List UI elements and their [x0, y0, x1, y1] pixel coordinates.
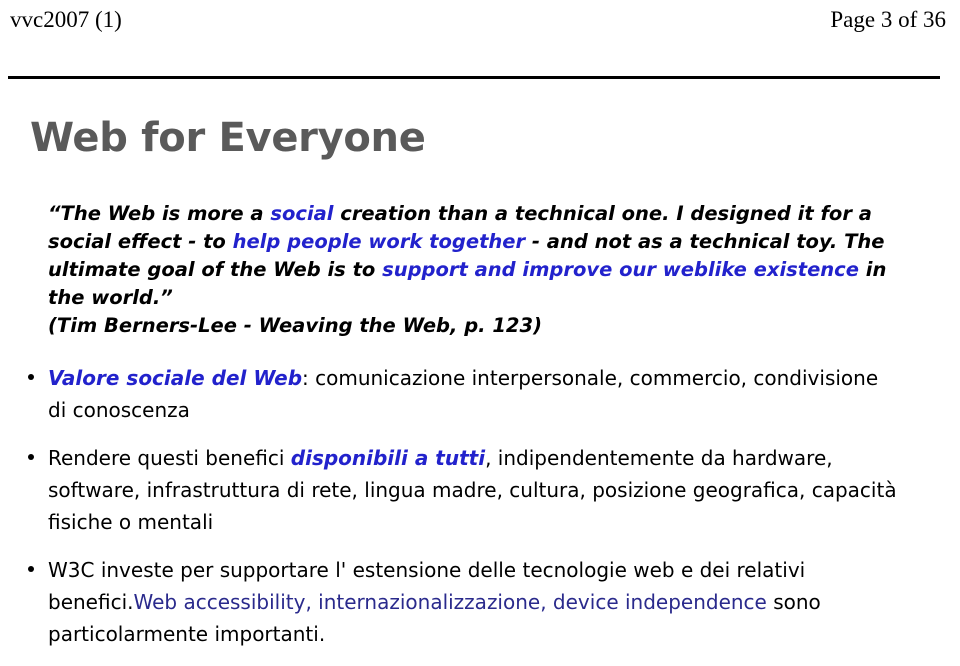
- bullet-dot-icon: [28, 566, 34, 572]
- bullet-2-emphasis: disponibili a tutti: [290, 446, 486, 470]
- bullet-3-emphasis: Web accessibility, internazionalizzazion…: [133, 590, 767, 614]
- bullet-dot-icon: [28, 454, 34, 460]
- bullet-dot-icon: [28, 374, 34, 380]
- header-divider-rule: [8, 76, 940, 79]
- bullet-list: Valore sociale del Web: comunicazione in…: [0, 362, 960, 650]
- list-item: Valore sociale del Web: comunicazione in…: [0, 362, 960, 426]
- slide-title: Web for Everyone: [30, 114, 426, 161]
- quote-highlight-work-together: help people work together: [232, 230, 526, 253]
- bullet-1-lead-emphasis: Valore sociale del Web: [48, 366, 303, 390]
- list-item: Rendere questi benefici disponibili a tu…: [0, 442, 960, 538]
- berners-lee-quote: “The Web is more a social creation than …: [0, 200, 960, 340]
- document-id-label: vvc2007 (1): [10, 7, 122, 32]
- bullet-2-text-pre: Rendere questi benefici: [48, 446, 291, 470]
- quote-highlight-weblike-existence: support and improve our weblike existenc…: [382, 258, 859, 281]
- page-number-label: Page 3 of 36: [830, 7, 946, 32]
- page-header: vvc2007 (1) Page 3 of 36: [10, 6, 946, 36]
- quote-attribution: (Tim Berners-Lee - Weaving the Web, p. 1…: [48, 314, 542, 337]
- slide-body: “The Web is more a social creation than …: [0, 200, 960, 666]
- quote-highlight-social: social: [270, 202, 334, 225]
- quote-segment-1: “The Web is more a: [48, 202, 271, 225]
- list-item: W3C investe per supportare l' estensione…: [0, 554, 960, 650]
